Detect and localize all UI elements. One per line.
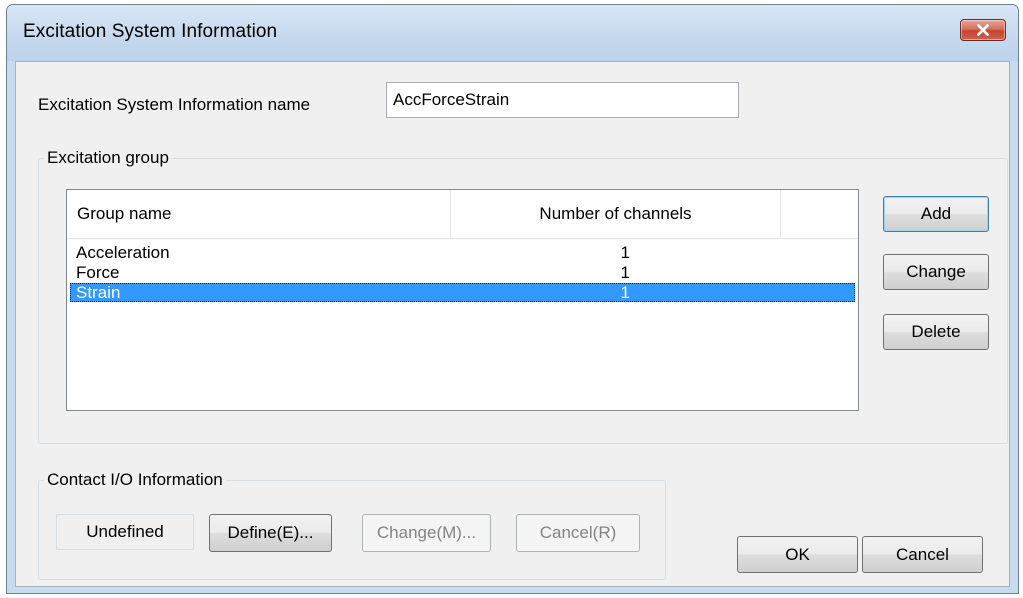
column-header-group-name[interactable]: Group name	[67, 190, 451, 238]
column-header-empty	[781, 190, 858, 238]
dialog-window: Excitation System Information Excitation…	[6, 4, 1019, 594]
close-icon	[977, 24, 989, 36]
change-contact-button[interactable]: Change(M)...	[362, 514, 491, 552]
list-item-selected[interactable]: Strain 1	[70, 283, 855, 302]
dialog-client-area: Excitation System Information name AccFo…	[15, 61, 1010, 587]
define-button[interactable]: Define(E)...	[209, 514, 332, 552]
column-header-number-of-channels[interactable]: Number of channels	[451, 190, 781, 238]
list-header: Group name Number of channels	[67, 190, 858, 239]
channel-count-cell: 1	[620, 283, 630, 302]
list-item[interactable]: Acceleration 1	[70, 243, 855, 262]
excitation-group-title: Excitation group	[44, 148, 172, 168]
delete-button[interactable]: Delete	[883, 314, 989, 350]
channel-count-cell: 1	[620, 263, 630, 282]
contact-io-title: Contact I/O Information	[44, 470, 226, 490]
window-title: Excitation System Information	[23, 21, 278, 42]
add-button[interactable]: Add	[883, 196, 989, 232]
close-button[interactable]	[960, 19, 1006, 41]
cancel-button[interactable]: Cancel	[862, 536, 983, 573]
title-bar[interactable]: Excitation System Information	[7, 5, 1018, 61]
name-field-input[interactable]: AccForceStrain	[386, 82, 739, 118]
change-button[interactable]: Change	[883, 254, 989, 290]
channel-count-cell: 1	[620, 243, 630, 262]
contact-io-status: Undefined	[56, 514, 194, 550]
ok-button[interactable]: OK	[737, 536, 858, 573]
name-field-value: AccForceStrain	[393, 90, 510, 109]
cancel-contact-button[interactable]: Cancel(R)	[516, 514, 640, 552]
excitation-group-list[interactable]: Group name Number of channels Accelerati…	[66, 189, 859, 411]
list-item[interactable]: Force 1	[70, 263, 855, 282]
name-field-label: Excitation System Information name	[38, 95, 311, 114]
